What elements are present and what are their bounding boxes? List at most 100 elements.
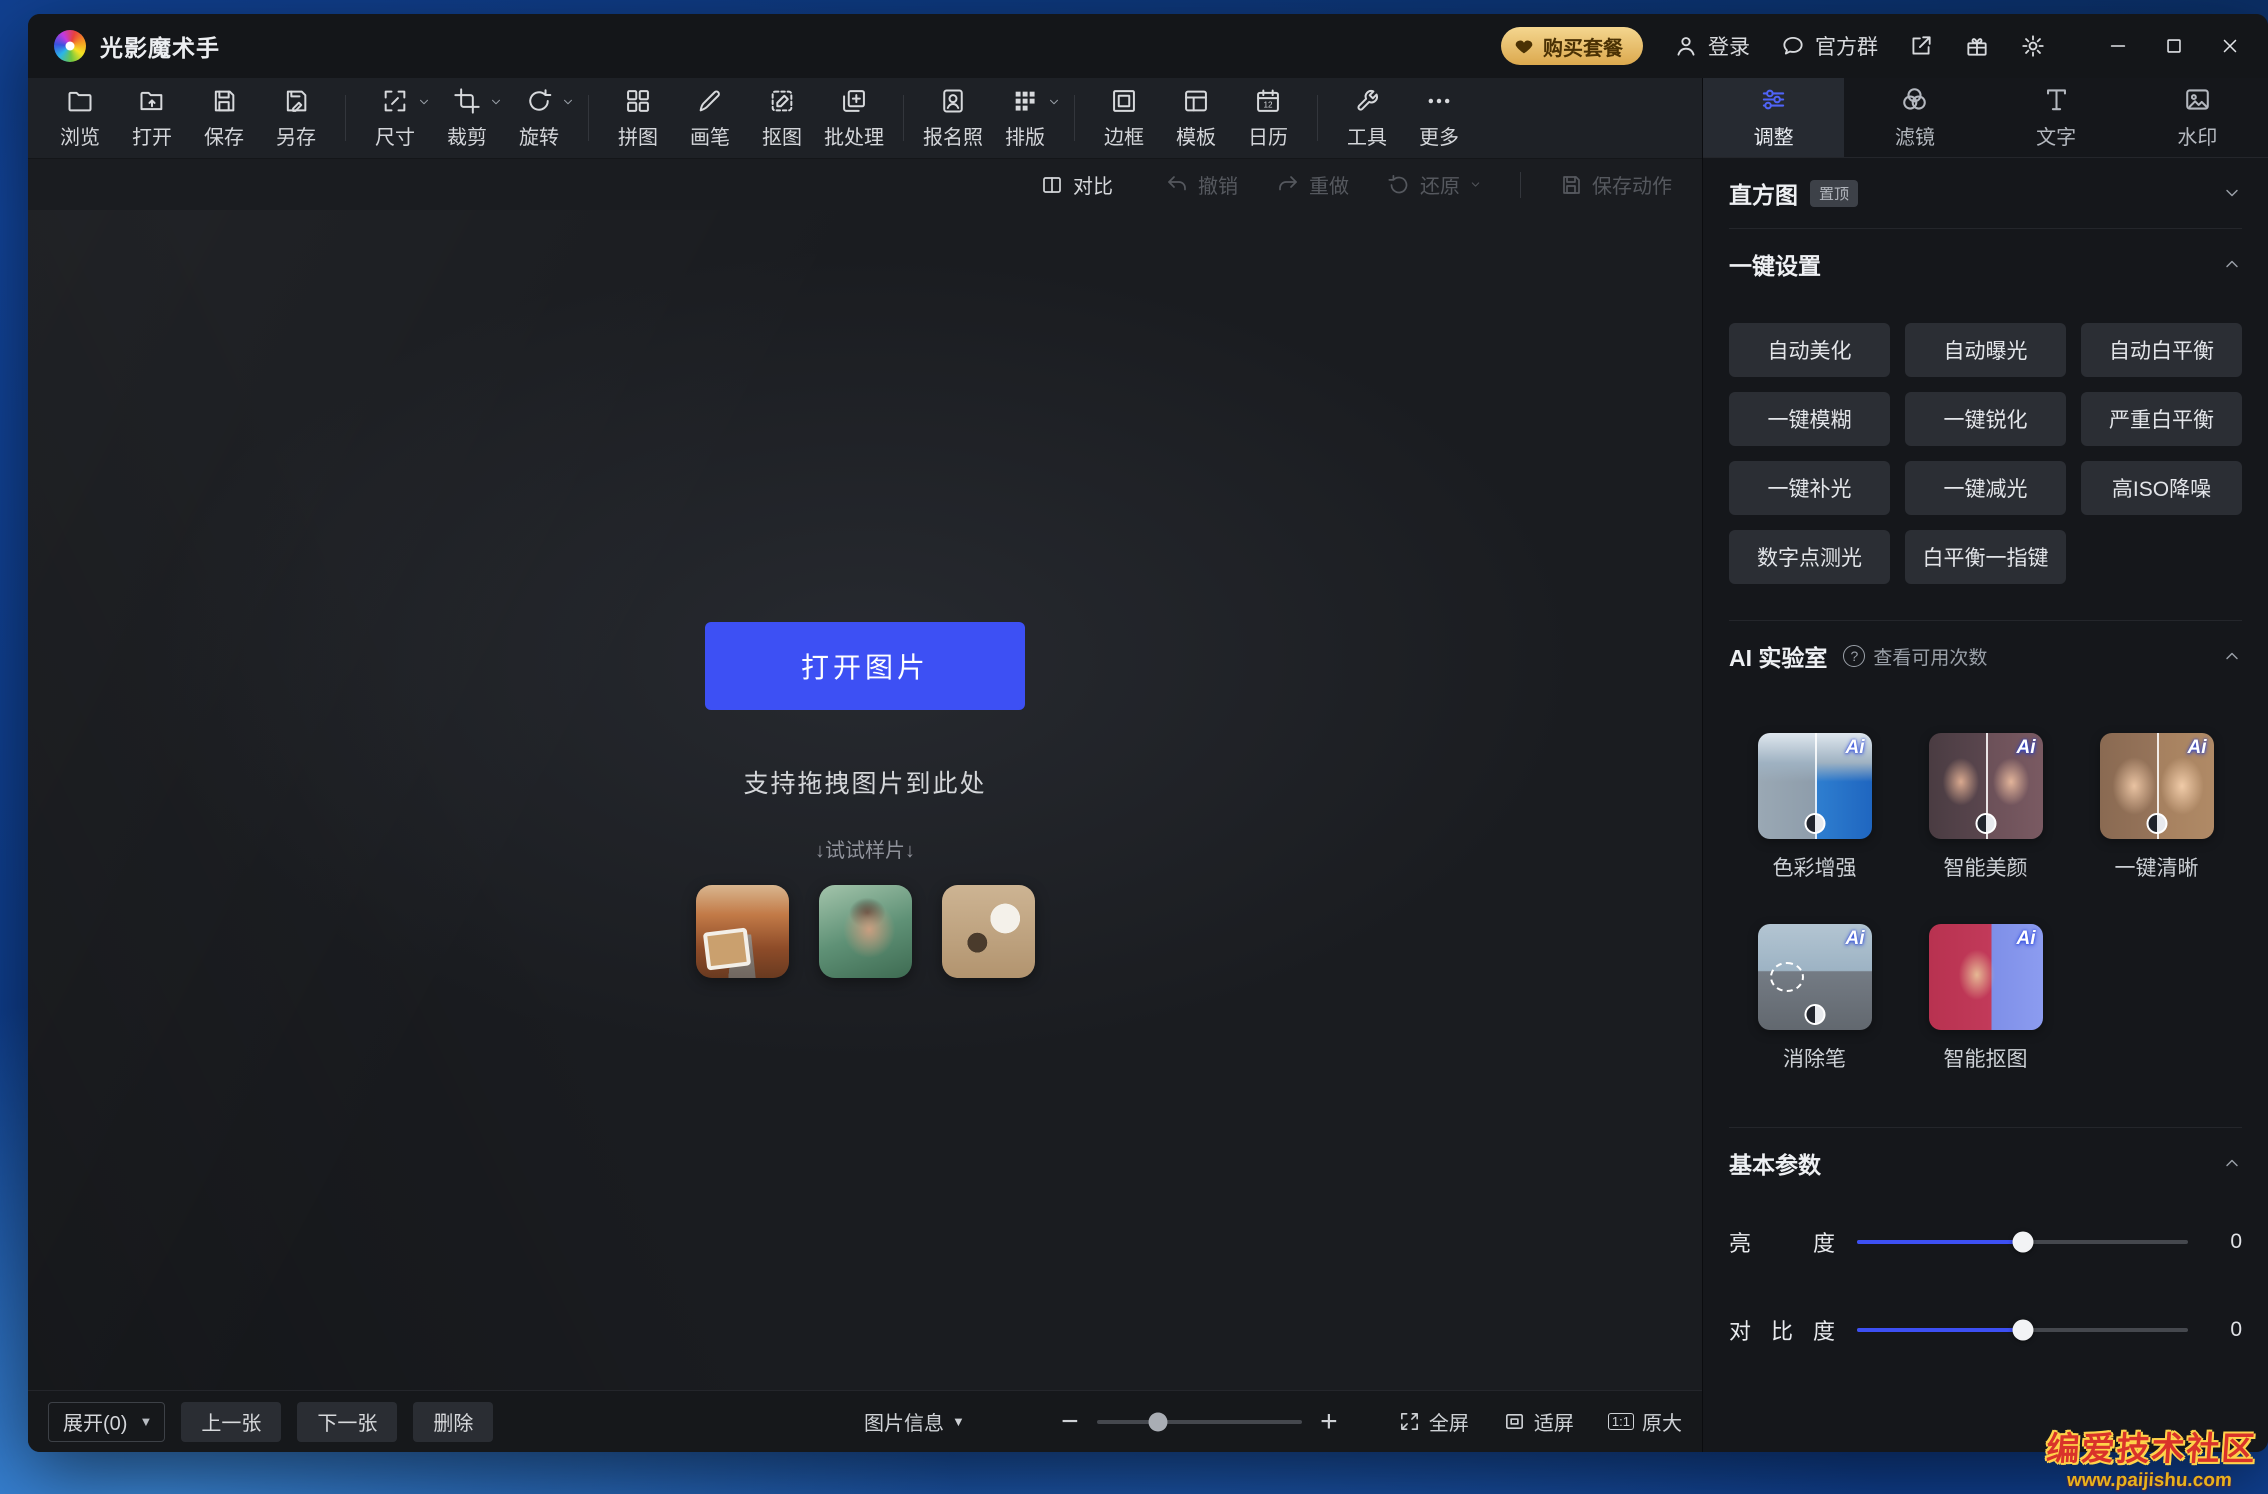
ai-one-key-clarity-thumb[interactable]: Ai	[2100, 733, 2214, 839]
restore-button[interactable]: 还原	[1387, 170, 1482, 199]
zoom-in-button[interactable]: +	[1312, 1405, 1346, 1439]
frame-icon	[1110, 87, 1138, 115]
zoom-out-button[interactable]: −	[1053, 1405, 1087, 1439]
rotate-icon	[525, 87, 553, 115]
tool-label: 边框	[1104, 121, 1144, 150]
tool-frame[interactable]: 边框	[1088, 87, 1160, 150]
tool-calendar[interactable]: 12 日历	[1232, 87, 1304, 150]
ai-color-enhance[interactable]: Ai 色彩增强	[1758, 733, 1872, 882]
ai-smart-matting[interactable]: Ai 智能抠图	[1929, 924, 2043, 1073]
tool-matting[interactable]: 抠图	[746, 87, 818, 150]
tool-open[interactable]: 打开	[116, 87, 188, 150]
gift-icon[interactable]	[1964, 33, 1990, 59]
ai-one-key-clarity[interactable]: Ai 一键清晰	[2100, 733, 2214, 882]
compare-button[interactable]: 对比	[1040, 170, 1113, 199]
prev-image-button[interactable]: 上一张	[181, 1402, 281, 1442]
one-key-sharpen-button[interactable]: 一键锐化	[1905, 392, 2066, 446]
auto-exposure-button[interactable]: 自动曝光	[1905, 323, 2066, 377]
tool-tools[interactable]: 工具	[1331, 87, 1403, 150]
tool-resize[interactable]: 尺寸	[359, 87, 431, 150]
zoom-slider-handle[interactable]	[1149, 1412, 1168, 1431]
chevron-down-icon[interactable]	[561, 95, 575, 109]
digital-spot-metering-button[interactable]: 数字点测光	[1729, 530, 1890, 584]
ai-eraser-pen[interactable]: Ai 消除笔	[1758, 924, 1872, 1073]
sample-image-portrait[interactable]	[819, 885, 912, 978]
one-key-header[interactable]: 一键设置	[1729, 229, 2242, 299]
chevron-down-icon[interactable]	[417, 95, 431, 109]
expand-filmstrip-button[interactable]: 展开(0) ▼	[48, 1402, 165, 1442]
severe-white-balance-button[interactable]: 严重白平衡	[2081, 392, 2242, 446]
tool-save-as[interactable]: 另存	[260, 87, 332, 150]
login-button[interactable]: 登录	[1673, 31, 1750, 61]
close-button[interactable]	[2202, 22, 2258, 70]
chevron-up-icon[interactable]	[2222, 1153, 2242, 1173]
redo-button[interactable]: 重做	[1276, 170, 1349, 199]
chevron-down-icon[interactable]	[489, 95, 503, 109]
tool-collage[interactable]: 拼图	[602, 87, 674, 150]
compare-knob-icon	[1804, 1004, 1825, 1025]
chevron-down-icon[interactable]	[2222, 183, 2242, 203]
one-key-dim-light-button[interactable]: 一键减光	[1905, 461, 2066, 515]
buy-plan-button[interactable]: 购买套餐	[1501, 27, 1643, 65]
sample-image-canyon[interactable]	[696, 885, 789, 978]
tool-layout[interactable]: 排版	[989, 87, 1061, 150]
save-action-button[interactable]: 保存动作	[1559, 170, 1672, 199]
ai-eraser-pen-thumb[interactable]: Ai	[1758, 924, 1872, 1030]
fit-screen-button[interactable]: 适屏	[1503, 1407, 1574, 1436]
tool-crop[interactable]: 裁剪	[431, 87, 503, 150]
tool-brush[interactable]: 画笔	[674, 87, 746, 150]
fullscreen-button[interactable]: 全屏	[1398, 1407, 1469, 1436]
chevron-down-icon[interactable]	[1047, 95, 1061, 109]
ai-color-enhance-thumb[interactable]: Ai	[1758, 733, 1872, 839]
ai-lab-header[interactable]: AI 实验室 ? 查看可用次数	[1729, 621, 2242, 691]
share-icon[interactable]	[1908, 33, 1934, 59]
tab-text[interactable]: 文字	[1986, 78, 2127, 157]
maximize-button[interactable]	[2146, 22, 2202, 70]
official-group-button[interactable]: 官方群	[1780, 31, 1878, 61]
image-canvas[interactable]: 打开图片 支持拖拽图片到此处 ↓试试样片↓	[28, 210, 1702, 1390]
chevron-up-icon[interactable]	[2222, 646, 2242, 666]
undo-icon	[1165, 173, 1189, 197]
titlebar[interactable]: 光影魔术手 购买套餐 登录 官方群	[28, 14, 2268, 78]
tool-save[interactable]: 保存	[188, 87, 260, 150]
ai-smart-beauty[interactable]: Ai 智能美颜	[1929, 733, 2043, 882]
brightness-slider-handle[interactable]	[2012, 1232, 2033, 1253]
white-balance-one-touch-button[interactable]: 白平衡一指键	[1905, 530, 2066, 584]
tool-more[interactable]: 更多	[1403, 87, 1475, 150]
one-key-blur-button[interactable]: 一键模糊	[1729, 392, 1890, 446]
open-image-button[interactable]: 打开图片	[705, 622, 1025, 710]
auto-white-balance-button[interactable]: 自动白平衡	[2081, 323, 2242, 377]
chevron-up-icon[interactable]	[2222, 254, 2242, 274]
delete-image-button[interactable]: 删除	[413, 1402, 493, 1442]
usage-link[interactable]: ? 查看可用次数	[1843, 643, 1987, 670]
compare-knob-icon	[1975, 813, 1996, 834]
tool-template[interactable]: 模板	[1160, 87, 1232, 150]
sample-image-flatlay[interactable]	[942, 885, 1035, 978]
histogram-header[interactable]: 直方图 置顶	[1729, 158, 2242, 228]
ai-smart-matting-thumb[interactable]: Ai	[1929, 924, 2043, 1030]
next-image-button[interactable]: 下一张	[297, 1402, 397, 1442]
tab-watermark[interactable]: 水印	[2127, 78, 2268, 157]
minimize-button[interactable]	[2090, 22, 2146, 70]
contrast-slider-handle[interactable]	[2012, 1320, 2033, 1341]
contrast-slider[interactable]	[1857, 1328, 2188, 1332]
actual-size-button[interactable]: 1:1 原大	[1608, 1407, 1682, 1436]
basic-params-header[interactable]: 基本参数	[1729, 1128, 2242, 1198]
layout-grid-icon	[1011, 87, 1039, 115]
high-iso-denoise-button[interactable]: 高ISO降噪	[2081, 461, 2242, 515]
zoom-slider[interactable]	[1097, 1420, 1302, 1424]
pin-top-badge[interactable]: 置顶	[1810, 180, 1858, 207]
tool-batch[interactable]: 批处理	[818, 87, 890, 150]
image-info-button[interactable]: 图片信息 ▼	[864, 1407, 965, 1436]
ai-smart-beauty-thumb[interactable]: Ai	[1929, 733, 2043, 839]
tool-rotate[interactable]: 旋转	[503, 87, 575, 150]
tool-id-photo[interactable]: 报名照	[917, 87, 989, 150]
tool-browse[interactable]: 浏览	[44, 87, 116, 150]
auto-beautify-button[interactable]: 自动美化	[1729, 323, 1890, 377]
tab-filters[interactable]: 滤镜	[1844, 78, 1985, 157]
undo-button[interactable]: 撤销	[1165, 170, 1238, 199]
tab-adjust[interactable]: 调整	[1703, 78, 1844, 157]
brightness-slider[interactable]	[1857, 1240, 2188, 1244]
one-key-fill-light-button[interactable]: 一键补光	[1729, 461, 1890, 515]
settings-gear-icon[interactable]	[2020, 33, 2046, 59]
